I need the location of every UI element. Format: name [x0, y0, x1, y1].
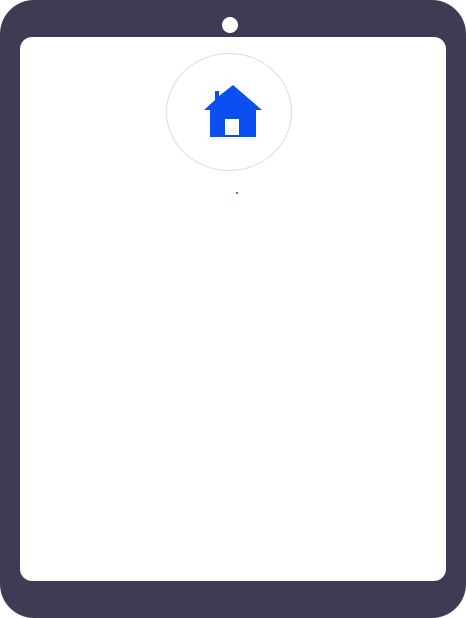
tablet-screen	[20, 37, 446, 581]
home-icon	[204, 85, 262, 137]
tablet-frame	[0, 0, 466, 618]
home-icon-circle	[166, 53, 292, 171]
loading-indicator-dot	[236, 192, 238, 194]
front-camera	[222, 17, 238, 33]
